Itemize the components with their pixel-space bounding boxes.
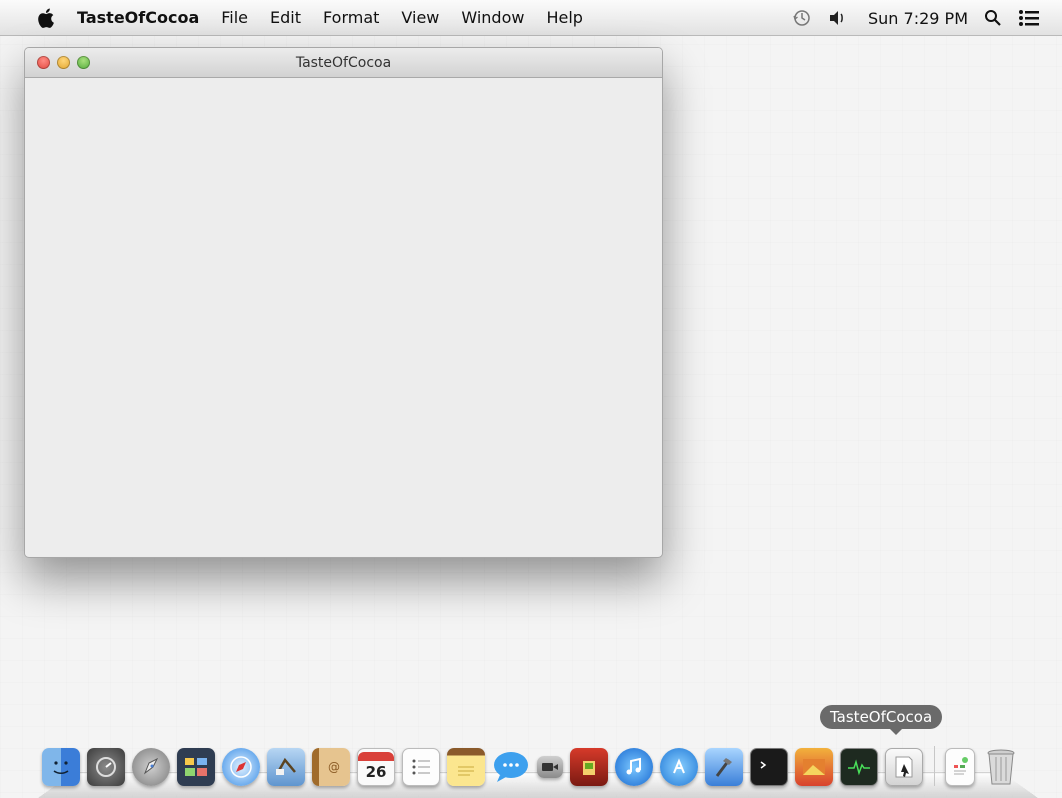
window-controls — [37, 56, 97, 69]
notes-icon[interactable] — [447, 748, 485, 786]
mail-icon[interactable] — [267, 748, 305, 786]
calendar-icon[interactable]: 26 — [357, 748, 395, 786]
svg-text:@: @ — [328, 760, 340, 774]
apple-menu-icon[interactable] — [37, 7, 57, 29]
menu-help[interactable]: Help — [546, 8, 582, 27]
menu-view[interactable]: View — [401, 8, 439, 27]
finder-icon[interactable] — [42, 748, 80, 786]
menu-file[interactable]: File — [221, 8, 248, 27]
close-window-button[interactable] — [37, 56, 50, 69]
activity-monitor-icon[interactable] — [840, 748, 878, 786]
window-content — [25, 78, 662, 556]
safari-icon[interactable] — [222, 748, 260, 786]
menu-edit[interactable]: Edit — [270, 8, 301, 27]
messages-icon[interactable] — [492, 748, 530, 786]
menu-format[interactable]: Format — [323, 8, 379, 27]
menubar-status-area: Sun 7:29 PM — [776, 0, 1040, 36]
menu-bar: TasteOfCocoa File Edit Format View Windo… — [0, 0, 1062, 36]
facetime-icon[interactable] — [537, 756, 563, 778]
window-titlebar[interactable]: TasteOfCocoa — [25, 48, 662, 78]
document-icon[interactable] — [945, 748, 975, 786]
itunes-icon[interactable] — [615, 748, 653, 786]
app-store-icon[interactable] — [660, 748, 698, 786]
volume-icon[interactable] — [828, 9, 848, 27]
console-icon[interactable] — [795, 748, 833, 786]
dashboard-icon[interactable] — [87, 748, 125, 786]
xcode-icon[interactable] — [705, 748, 743, 786]
window-title: TasteOfCocoa — [295, 55, 392, 71]
calendar-day: 26 — [365, 762, 387, 781]
launchpad-icon[interactable] — [132, 748, 170, 786]
trash-icon[interactable] — [982, 748, 1020, 786]
spotlight-search-icon[interactable] — [984, 9, 1002, 27]
contacts-icon[interactable]: @ — [312, 748, 350, 786]
dock-tooltip: TasteOfCocoa — [820, 705, 943, 735]
tasteofcocoa-app-icon[interactable] — [885, 748, 923, 786]
photo-booth-icon[interactable] — [570, 748, 608, 786]
minimize-window-button[interactable] — [57, 56, 70, 69]
menubar-clock[interactable]: Sun 7:29 PM — [868, 9, 968, 28]
reminders-icon[interactable] — [402, 748, 440, 786]
terminal-icon[interactable] — [750, 748, 788, 786]
zoom-window-button[interactable] — [77, 56, 90, 69]
menu-window[interactable]: Window — [461, 8, 524, 27]
mission-control-icon[interactable] — [177, 748, 215, 786]
dock: @ 26 — [42, 736, 1027, 786]
app-window: TasteOfCocoa — [24, 47, 663, 558]
menu-app-name[interactable]: TasteOfCocoa — [77, 8, 199, 27]
time-machine-icon[interactable] — [792, 8, 812, 28]
dock-separator — [934, 746, 935, 786]
notification-center-icon[interactable] — [1018, 9, 1040, 27]
